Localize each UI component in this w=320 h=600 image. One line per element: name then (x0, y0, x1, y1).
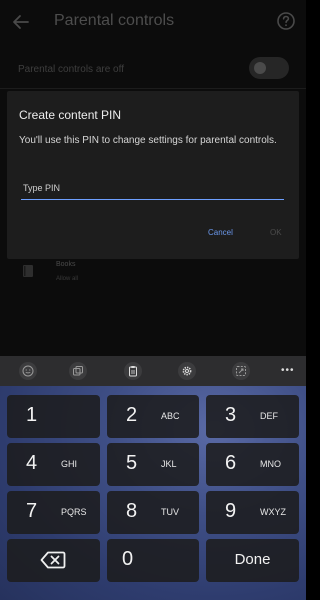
sticker-icon[interactable] (69, 362, 87, 380)
help-icon[interactable] (276, 11, 296, 31)
numeric-keyboard: ••• 1 2 ABC 3 DEF 4 GHI 5 JKL 6 MNO 7 PQ… (0, 356, 306, 600)
key-4[interactable]: 4 GHI (7, 443, 100, 486)
toggle-knob (254, 62, 266, 74)
key-letters: TUV (161, 507, 179, 517)
key-letters: JKL (161, 459, 177, 469)
parental-status-label: Parental controls are off (18, 64, 124, 75)
page-title: Parental controls (54, 12, 175, 29)
top-app-bar: Parental controls (0, 0, 306, 44)
books-item-subtitle: Allow all (56, 276, 79, 282)
dialog-title: Create content PIN (19, 108, 122, 122)
cancel-button[interactable]: Cancel (208, 228, 233, 237)
key-digit: 8 (126, 500, 138, 522)
key-digit: 6 (225, 452, 237, 474)
key-digit: 3 (225, 404, 237, 426)
settings-icon[interactable] (178, 362, 196, 380)
key-digit: 4 (26, 452, 38, 474)
key-digit: 0 (122, 548, 134, 570)
key-5[interactable]: 5 JKL (107, 443, 199, 486)
backspace-key[interactable] (7, 539, 100, 582)
key-letters: DEF (260, 411, 278, 421)
backspace-icon (40, 551, 66, 572)
parental-controls-toggle[interactable] (249, 57, 289, 79)
key-letters: ABC (161, 411, 180, 421)
key-8[interactable]: 8 TUV (107, 491, 199, 534)
key-3[interactable]: 3 DEF (206, 395, 299, 438)
emoji-icon[interactable] (19, 362, 37, 380)
done-key[interactable]: Done (206, 539, 299, 582)
divider (0, 88, 306, 89)
key-letters: PQRS (61, 507, 87, 517)
create-pin-dialog: Create content PIN You'll use this PIN t… (7, 91, 299, 259)
key-6[interactable]: 6 MNO (206, 443, 299, 486)
pin-input[interactable] (21, 176, 284, 200)
key-1[interactable]: 1 (7, 395, 100, 438)
key-2[interactable]: 2 ABC (107, 395, 199, 438)
key-digit: 5 (126, 452, 138, 474)
back-arrow-icon[interactable] (10, 11, 32, 33)
resize-icon[interactable] (232, 362, 250, 380)
key-digit: 9 (225, 500, 237, 522)
ok-button[interactable]: OK (270, 228, 282, 237)
key-digit: 7 (26, 500, 38, 522)
key-digit: 1 (26, 404, 38, 426)
key-letters: MNO (260, 459, 281, 469)
books-item-title: Books (56, 261, 76, 268)
more-icon[interactable]: ••• (281, 366, 295, 376)
key-9[interactable]: 9 WXYZ (206, 491, 299, 534)
dialog-message: You'll use this PIN to change settings f… (19, 135, 277, 146)
key-digit: 2 (126, 404, 138, 426)
key-letters: GHI (61, 459, 78, 469)
key-letters: WXYZ (260, 507, 286, 517)
book-icon (22, 264, 34, 278)
done-label: Done (234, 551, 271, 568)
keyboard-toolbar: ••• (0, 356, 306, 386)
key-7[interactable]: 7 PQRS (7, 491, 100, 534)
clipboard-icon[interactable] (124, 362, 142, 380)
key-0[interactable]: 0 (107, 539, 199, 582)
